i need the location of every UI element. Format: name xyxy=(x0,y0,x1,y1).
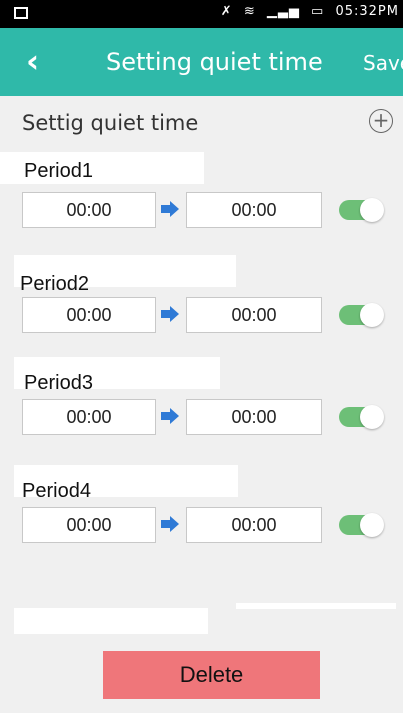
divider xyxy=(236,603,396,609)
plus-circle-icon[interactable]: + xyxy=(369,109,393,133)
start-time-field[interactable]: 00:00 xyxy=(22,297,156,333)
period-row: Period1 00:00 00:00 xyxy=(0,150,403,240)
period-label: Period1 xyxy=(24,160,93,182)
start-time-field[interactable]: 00:00 xyxy=(22,507,156,543)
header-label: Settig quiet time xyxy=(22,111,199,135)
delete-button[interactable]: Delete xyxy=(103,651,320,699)
signal-icon: ▁▃▅ xyxy=(266,4,300,19)
period-toggle[interactable] xyxy=(339,513,384,537)
header-row: Settig quiet time + xyxy=(0,96,403,150)
status-bar: ✗ ≋ ▁▃▅ ▭ 05:32PM xyxy=(0,0,403,28)
end-time-field[interactable]: 00:00 xyxy=(186,192,322,228)
period-label: Period2 xyxy=(20,273,89,295)
status-time: 05:32PM xyxy=(335,4,399,19)
period-toggle[interactable] xyxy=(339,303,384,327)
period-row: Period3 00:00 00:00 xyxy=(0,357,403,447)
arrow-right-icon xyxy=(161,408,179,424)
period-row: Period2 00:00 00:00 xyxy=(0,255,403,345)
end-time-field[interactable]: 00:00 xyxy=(186,507,322,543)
arrow-right-icon xyxy=(161,306,179,322)
app-bar: ‹ Setting quiet time Save xyxy=(0,28,403,96)
period-toggle[interactable] xyxy=(339,405,384,429)
start-time-field[interactable]: 00:00 xyxy=(22,399,156,435)
battery-icon: ▭ xyxy=(311,4,325,19)
save-button[interactable]: Save xyxy=(363,51,403,75)
page-title: Setting quiet time xyxy=(106,48,323,76)
period-label: Period4 xyxy=(22,480,91,502)
start-time-field[interactable]: 00:00 xyxy=(22,192,156,228)
mute-icon: ✗ xyxy=(220,4,233,19)
end-time-field[interactable]: 00:00 xyxy=(186,297,322,333)
arrow-right-icon xyxy=(161,516,179,532)
period-toggle[interactable] xyxy=(339,198,384,222)
arrow-right-icon xyxy=(161,201,179,217)
image-icon xyxy=(14,7,28,19)
period-label: Period3 xyxy=(24,372,93,394)
wifi-icon: ≋ xyxy=(243,4,256,19)
end-time-field[interactable]: 00:00 xyxy=(186,399,322,435)
status-icons: ✗ ≋ ▁▃▅ ▭ 05:32PM xyxy=(215,4,399,19)
chevron-left-icon[interactable]: ‹ xyxy=(26,42,39,80)
divider xyxy=(14,608,208,634)
period-row: Period4 00:00 00:00 xyxy=(0,465,403,555)
